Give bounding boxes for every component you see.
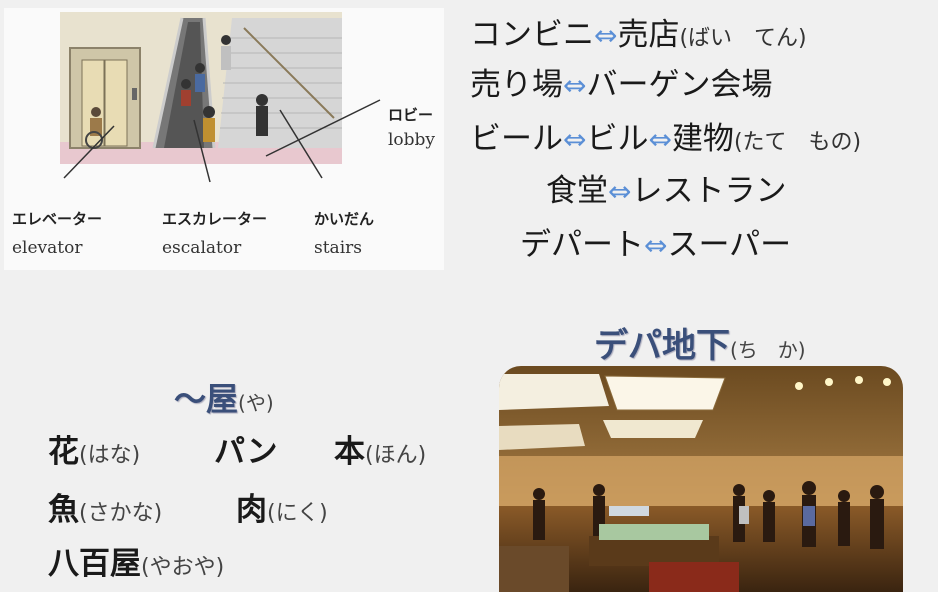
vocab-word: コンビニ — [470, 17, 594, 53]
double-arrow-icon: ⇔ — [563, 69, 587, 102]
vocab-word: 売り場 — [470, 67, 563, 103]
double-arrow-icon: ⇔ — [608, 175, 632, 208]
shop-suffix-heading: ～屋(や) — [174, 374, 274, 420]
vocab-word: ビール — [470, 121, 563, 157]
shop-item: 八百屋(やおや) — [48, 538, 224, 583]
vocab-word: デパート — [520, 227, 644, 263]
shop-reading: (ほん) — [365, 443, 427, 468]
shop-item: 本(ほん) — [334, 426, 426, 471]
food-hall-drawing — [499, 366, 903, 592]
vocab-line-1: コンビニ⇔売店(ばい てん) — [470, 20, 807, 51]
depachika-reading: (ち か) — [730, 338, 806, 362]
lobby-label-en: lobby — [388, 130, 436, 150]
vocab-word: ビル — [586, 121, 649, 157]
shop-word: 肉 — [236, 492, 267, 528]
depachika-heading: デパ地下(ち か) — [594, 318, 806, 367]
shop-reading: (やおや) — [141, 555, 225, 580]
building-illustration: ロビー lobby エレベーター elevator エスカレーター escala… — [4, 8, 444, 270]
shop-item: パン — [214, 426, 278, 471]
shop-word: パン — [214, 434, 278, 470]
shop-reading: (にく) — [267, 501, 328, 526]
shop-word: 魚 — [48, 492, 79, 528]
shop-reading: (さかな) — [79, 501, 163, 526]
depachika-title: デパ地下 — [594, 326, 730, 366]
vocab-word: 建物 — [671, 121, 734, 157]
shop-item: 魚(さかな) — [48, 484, 162, 529]
vocab-reading: (たて もの) — [733, 130, 862, 155]
double-arrow-icon: ⇔ — [648, 123, 672, 156]
shop-suffix-title: ～屋 — [174, 380, 239, 418]
shop-word: 本 — [334, 434, 365, 470]
shop-item: 肉(にく) — [236, 484, 328, 529]
elevator-label-en: elevator — [12, 238, 83, 258]
lobby-label-jp: ロビー — [388, 106, 434, 124]
shop-word: 花 — [48, 434, 79, 470]
vocab-line-4: 食堂⇔レストラン — [546, 176, 786, 207]
shop-item: 花(はな) — [48, 426, 140, 471]
shop-word: 八百屋 — [48, 546, 141, 582]
vocab-word: レストラン — [631, 173, 787, 209]
depachika-photo — [499, 366, 903, 592]
escalator-label-jp: エスカレーター — [162, 210, 268, 228]
vocab-line-3: ビール⇔ビル⇔建物(たて もの) — [470, 124, 861, 155]
building-drawing — [60, 12, 381, 183]
shop-suffix-reading: (や) — [238, 391, 274, 415]
vocab-reading: (ばい てん) — [679, 26, 807, 51]
vocab-word: 食堂 — [546, 173, 608, 209]
shop-reading: (はな) — [79, 443, 141, 468]
stairs-label-en: stairs — [314, 238, 362, 258]
vocab-word: スーパー — [667, 227, 792, 263]
vocab-word: バーゲン会場 — [586, 67, 773, 103]
double-arrow-icon: ⇔ — [594, 19, 618, 52]
vocab-line-5: デパート⇔スーパー — [520, 230, 791, 261]
double-arrow-icon: ⇔ — [644, 229, 668, 262]
stairs-label-jp: かいだん — [314, 210, 375, 228]
vocab-line-2: 売り場⇔バーゲン会場 — [470, 70, 772, 101]
vocab-word: 売店 — [617, 17, 680, 53]
elevator-label-jp: エレベーター — [12, 210, 103, 228]
escalator-label-en: escalator — [162, 238, 242, 258]
double-arrow-icon: ⇔ — [563, 123, 587, 156]
